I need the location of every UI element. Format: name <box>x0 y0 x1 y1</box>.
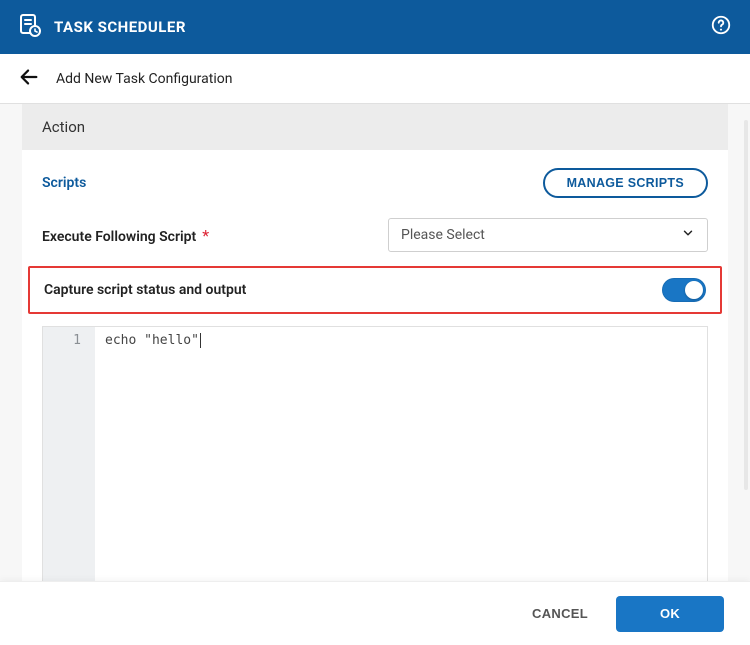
capture-output-row: Capture script status and output <box>28 266 722 314</box>
script-select-value: Please Select <box>401 227 485 243</box>
cancel-button[interactable]: CANCEL <box>522 598 598 629</box>
action-panel: Action Scripts MANAGE SCRIPTS Execute Fo… <box>22 104 728 591</box>
help-icon[interactable] <box>710 14 732 40</box>
panel-title: Action <box>22 104 728 150</box>
scrollbar-thumb[interactable] <box>744 120 748 490</box>
script-select[interactable]: Please Select <box>388 218 708 252</box>
capture-output-toggle[interactable] <box>662 278 706 302</box>
chevron-down-icon <box>681 226 695 244</box>
app-logo-icon <box>18 13 42 41</box>
back-arrow-icon[interactable] <box>18 66 40 92</box>
dialog-footer: CANCEL OK <box>0 581 750 645</box>
text-caret <box>200 333 201 348</box>
ok-button[interactable]: OK <box>616 596 724 632</box>
code-line: echo "hello" <box>105 333 199 348</box>
page-header: Add New Task Configuration <box>0 54 750 104</box>
editor-content[interactable]: echo "hello" <box>95 327 707 590</box>
manage-scripts-button[interactable]: MANAGE SCRIPTS <box>543 168 708 198</box>
line-number: 1 <box>43 331 95 351</box>
app-header: TASK SCHEDULER <box>0 0 750 54</box>
execute-script-label: Execute Following Script <box>42 229 196 245</box>
page-title: Add New Task Configuration <box>56 71 232 87</box>
required-mark: * <box>202 226 209 245</box>
script-editor[interactable]: 1 echo "hello" <box>42 326 708 591</box>
app-title: TASK SCHEDULER <box>54 18 186 36</box>
scripts-heading: Scripts <box>42 175 86 191</box>
capture-output-label: Capture script status and output <box>44 282 246 298</box>
editor-gutter: 1 <box>43 327 95 590</box>
